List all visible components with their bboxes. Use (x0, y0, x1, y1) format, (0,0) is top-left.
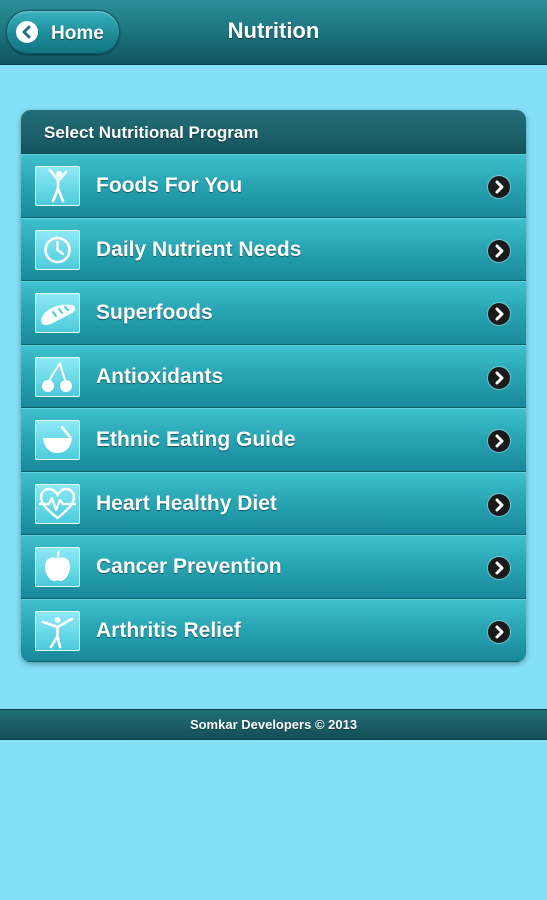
program-list: Select Nutritional Program Foods For You… (21, 110, 526, 662)
list-heading: Select Nutritional Program (44, 123, 259, 142)
person-balance-icon (35, 610, 80, 651)
page-title: Nutrition (227, 18, 320, 43)
bowl-spoon-icon (35, 420, 80, 460)
list-item-daily-nutrient-needs[interactable]: Daily Nutrient Needs (21, 217, 526, 281)
clock-icon (35, 229, 80, 270)
list-item-label: Heart Healthy Diet (96, 491, 277, 515)
person-stretch-icon (35, 166, 80, 206)
footer-bar: Somkar Developers © 2013 (0, 709, 547, 740)
list-item-arthritis-relief[interactable]: Arthritis Relief (21, 598, 526, 662)
list-item-foods-for-you[interactable]: Foods For You (21, 154, 526, 218)
header-bar: Home Nutrition (0, 0, 547, 65)
list-item-label: Ethnic Eating Guide (96, 428, 296, 451)
list-item-ethnic-eating-guide[interactable]: Ethnic Eating Guide (21, 408, 526, 472)
list-item-label: Antioxidants (96, 364, 224, 388)
list-header: Select Nutritional Program (21, 110, 526, 154)
chevron-right-icon (488, 239, 510, 262)
apple-icon (35, 547, 80, 587)
chevron-right-icon (488, 557, 510, 579)
list-item-label: Cancer Prevention (96, 555, 282, 578)
bread-icon (35, 293, 80, 333)
cherries-icon (35, 356, 80, 397)
list-item-antioxidants[interactable]: Antioxidants (21, 344, 526, 408)
chevron-right-icon (488, 430, 510, 452)
list-item-cancer-prevention[interactable]: Cancer Prevention (21, 535, 526, 599)
list-item-label: Foods For You (96, 174, 243, 197)
list-item-heart-healthy-diet[interactable]: Heart Healthy Diet (21, 471, 526, 535)
footer-copyright: Somkar Developers © 2013 (189, 717, 358, 732)
chevron-right-icon (488, 620, 510, 643)
list-item-label: Superfoods (96, 301, 213, 324)
heartbeat-icon (35, 483, 80, 524)
chevron-right-icon (488, 366, 510, 389)
list-item-label: Arthritis Relief (96, 618, 241, 642)
list-item-superfoods[interactable]: Superfoods (21, 281, 526, 345)
list-item-label: Daily Nutrient Needs (96, 237, 302, 261)
chevron-right-icon (488, 493, 510, 516)
chevron-right-icon (488, 303, 510, 325)
chevron-right-icon (488, 176, 510, 198)
